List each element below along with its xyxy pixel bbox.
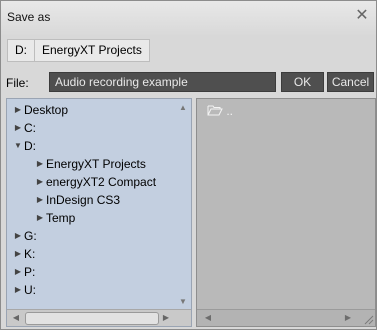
- tree-item-label: energyXT2 Compact: [46, 175, 157, 189]
- tree-item-label: U:: [24, 283, 36, 297]
- collapsed-arrow-icon[interactable]: ▶: [34, 209, 46, 227]
- open-folder-icon: [207, 105, 223, 116]
- file-row: File: OK Cancel: [1, 72, 376, 94]
- collapsed-arrow-icon[interactable]: ▶: [34, 155, 46, 173]
- tree-item-label: C:: [24, 121, 36, 135]
- files-horizontal-scrollbar[interactable]: ◀ ▶: [197, 309, 375, 326]
- collapsed-arrow-icon[interactable]: ▶: [34, 191, 46, 209]
- tree-item-u[interactable]: ▶ U:: [12, 281, 36, 299]
- tree-list: ▶ Desktop ▶ C: ▼ D: ▶ EnergyXT Projects ▶ ene…: [7, 99, 177, 311]
- tree-item-desktop[interactable]: ▶ Desktop: [12, 101, 68, 119]
- scroll-up-icon[interactable]: ▲: [175, 101, 191, 115]
- window-title: Save as: [7, 10, 51, 24]
- resize-grip-icon[interactable]: [362, 313, 374, 325]
- collapsed-arrow-icon[interactable]: ▶: [12, 245, 24, 263]
- filename-input[interactable]: [49, 72, 276, 92]
- collapsed-arrow-icon[interactable]: ▶: [12, 281, 24, 299]
- save-as-dialog: Save as ✕ D: EnergyXT Projects File: OK …: [0, 0, 377, 330]
- ok-button[interactable]: OK: [281, 72, 324, 92]
- collapsed-arrow-icon[interactable]: ▶: [12, 119, 24, 137]
- scroll-left-icon[interactable]: ◀: [9, 310, 23, 326]
- tree-item-g[interactable]: ▶ G:: [12, 227, 37, 245]
- scroll-right-icon[interactable]: ▶: [159, 310, 173, 326]
- tree-item-label: D:: [24, 139, 36, 153]
- expanded-arrow-icon[interactable]: ▼: [12, 137, 24, 155]
- list-item-label: ..: [226, 104, 234, 118]
- list-item-parent-folder[interactable]: ..: [207, 103, 233, 119]
- tree-item-c[interactable]: ▶ C:: [12, 119, 36, 137]
- folder-tree: ▶ Desktop ▶ C: ▼ D: ▶ EnergyXT Projects ▶ ene…: [6, 98, 192, 327]
- tree-item-label: Desktop: [24, 103, 69, 117]
- tree-item-label: P:: [24, 265, 36, 279]
- tree-item-label: EnergyXT Projects: [46, 157, 146, 171]
- breadcrumb: D: EnergyXT Projects: [7, 39, 150, 62]
- scroll-thumb[interactable]: [25, 312, 159, 325]
- tree-item-energyxt2-compact[interactable]: ▶ energyXT2 Compact: [34, 173, 156, 191]
- file-list: .. ◀ ▶: [196, 98, 376, 327]
- title-bar: Save as ✕: [1, 1, 376, 35]
- collapsed-arrow-icon[interactable]: ▶: [12, 227, 24, 245]
- tree-item-d[interactable]: ▼ D:: [12, 137, 36, 155]
- breadcrumb-folder[interactable]: EnergyXT Projects: [35, 39, 150, 62]
- cancel-button[interactable]: Cancel: [327, 72, 374, 92]
- collapsed-arrow-icon[interactable]: ▶: [34, 173, 46, 191]
- breadcrumb-drive[interactable]: D:: [7, 39, 35, 62]
- tree-item-temp[interactable]: ▶ Temp: [34, 209, 75, 227]
- tree-vertical-scrollbar[interactable]: ▲ ▼: [175, 99, 191, 311]
- tree-item-energyxt-projects[interactable]: ▶ EnergyXT Projects: [34, 155, 146, 173]
- collapsed-arrow-icon[interactable]: ▶: [12, 101, 24, 119]
- tree-item-p[interactable]: ▶ P:: [12, 263, 35, 281]
- tree-item-label: G:: [24, 229, 37, 243]
- scroll-right-icon[interactable]: ▶: [341, 310, 355, 326]
- tree-item-k[interactable]: ▶ K:: [12, 245, 35, 263]
- tree-item-label: K:: [24, 247, 36, 261]
- scroll-down-icon[interactable]: ▼: [175, 295, 191, 309]
- tree-item-label: Temp: [46, 211, 76, 225]
- file-label: File:: [6, 76, 29, 90]
- scroll-left-icon[interactable]: ◀: [201, 310, 215, 326]
- collapsed-arrow-icon[interactable]: ▶: [12, 263, 24, 281]
- tree-item-indesign-cs3[interactable]: ▶ InDesign CS3: [34, 191, 120, 209]
- tree-horizontal-scrollbar[interactable]: ◀ ▶: [7, 309, 191, 326]
- tree-item-label: InDesign CS3: [46, 193, 121, 207]
- close-icon[interactable]: ✕: [352, 5, 372, 27]
